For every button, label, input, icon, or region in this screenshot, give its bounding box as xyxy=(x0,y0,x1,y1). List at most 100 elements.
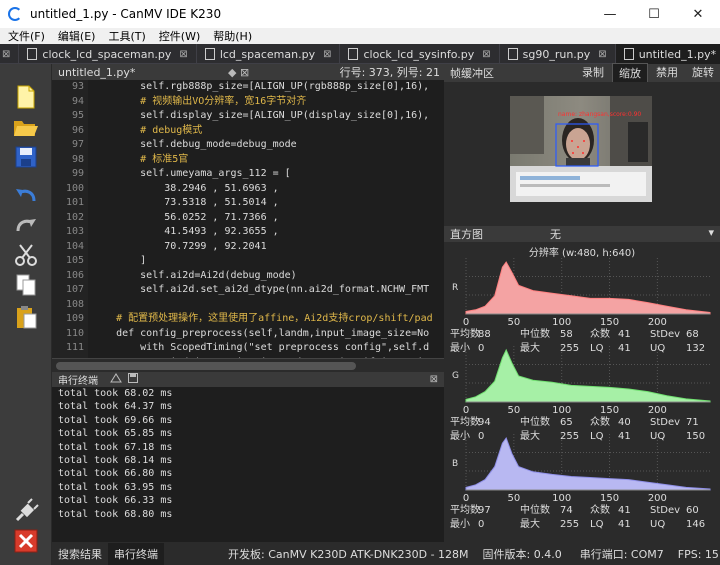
code-line[interactable]: # 配置预处理操作，这里使用了affine，Ai2d支持crop/shift/p… xyxy=(92,312,442,327)
copy-button[interactable] xyxy=(12,272,40,298)
histogram-tick-label: 0 xyxy=(463,317,469,328)
record-button[interactable]: 录制 xyxy=(576,63,610,83)
stat-label-min: 最小 xyxy=(450,519,470,530)
tab-serial-terminal[interactable]: 串行终端 xyxy=(108,543,164,565)
tab-lcd-spaceman[interactable]: lcd_spaceman.py ⊠ xyxy=(197,44,341,64)
paste-button[interactable] xyxy=(12,304,40,330)
tab-partial[interactable]: ⊠ xyxy=(0,44,20,64)
tab-close-icon[interactable]: ⊠ xyxy=(323,49,331,60)
open-file-button[interactable] xyxy=(12,114,40,140)
code-line[interactable]: self.debug_mode=debug_mode xyxy=(92,138,442,153)
histogram-tick-label: 150 xyxy=(600,405,619,416)
stat-value-lq: 41 xyxy=(618,519,631,530)
stat-value-uq: 146 xyxy=(686,519,706,530)
tab-clock-lcd-sysinfo[interactable]: clock_lcd_sysinfo.py ⊠ xyxy=(340,44,500,64)
code-line[interactable]: 41.5493 , 92.3655 , xyxy=(92,225,442,240)
code-line[interactable] xyxy=(92,298,442,313)
save-button[interactable] xyxy=(12,144,40,170)
code-line[interactable]: self.rgb888p_size=[ALIGN_UP(rgb888p_size… xyxy=(92,80,442,95)
tab-close-icon[interactable]: ⊠ xyxy=(598,49,606,60)
code-line[interactable]: def config_preprocess(self,landm,input_i… xyxy=(92,327,442,342)
code-line[interactable]: self.ai2d=Ai2d(debug_mode) xyxy=(92,269,442,284)
editor-controls[interactable]: ◆ ⊠ xyxy=(228,66,249,79)
stat-value-lq: 41 xyxy=(618,343,631,354)
code-line[interactable]: self.umeyama_args_112 = [ xyxy=(92,167,442,182)
menu-widgets[interactable]: 控件(W) xyxy=(159,28,200,44)
stat-label-uq: UQ xyxy=(650,343,666,354)
tab-untitled-1[interactable]: untitled_1.py* xyxy=(615,44,720,64)
redo-icon xyxy=(16,219,36,232)
line-number: 111 xyxy=(65,342,84,353)
tab-clock-lcd-spaceman[interactable]: clock_lcd_spaceman.py ⊠ xyxy=(19,44,197,64)
clear-terminal-icon[interactable] xyxy=(110,373,122,386)
stat-label-max: 最大 xyxy=(520,431,540,442)
stat-label-uq: UQ xyxy=(650,431,666,442)
tab-label: sg90_run.py xyxy=(522,47,591,61)
framebuffer-view[interactable]: name: zhangsan,score:0.90 xyxy=(444,82,720,224)
redo-button[interactable] xyxy=(12,212,40,238)
rotate-button[interactable]: 旋转 xyxy=(686,63,720,83)
code-line[interactable]: self.ai2d.set_ai2d_dtype(nn.ai2d_format.… xyxy=(92,283,442,298)
histogram-tick-label: 50 xyxy=(507,317,520,328)
menu-tools[interactable]: 工具(T) xyxy=(108,28,145,44)
code-line[interactable]: with ScopedTiming("set preprocess config… xyxy=(92,341,442,356)
code-line[interactable]: self.display_size=[ALIGN_UP(display_size… xyxy=(92,109,442,124)
plug-icon xyxy=(15,498,39,522)
code-line[interactable]: 56.0252 , 71.7366 , xyxy=(92,211,442,226)
code-line[interactable]: ] xyxy=(92,254,442,269)
scroll-thumb[interactable] xyxy=(56,362,356,370)
framebuffer-header: 帧缓冲区 录制 缩放 禁用 旋转 xyxy=(444,63,720,83)
save-log-icon[interactable] xyxy=(128,373,138,386)
tab-search-results[interactable]: 搜索结果 xyxy=(52,543,108,565)
chevron-down-icon: ▾ xyxy=(708,226,714,239)
code-editor[interactable]: 93 94 95 96 97 98 99 100 101 102 103 104 105 106 107 10… xyxy=(52,80,444,358)
code-line[interactable]: 70.7299 , 92.2041 xyxy=(92,240,442,255)
terminal-line: total took 68.80 ms xyxy=(58,508,173,520)
firmware-version: 固件版本: 0.4.0 xyxy=(482,548,562,561)
tab-close-icon[interactable]: ⊠ xyxy=(2,49,10,60)
fps-readout: FPS: 15.4 xyxy=(677,547,720,561)
title-bar: untitled_1.py - CanMV IDE K230 — ☐ ✕ xyxy=(0,0,720,28)
histogram-channel-letter: R xyxy=(452,283,458,293)
status-bar: 开发板: CanMV K230D ATK-DNK230D - 128M 固件版本… xyxy=(222,543,720,565)
tab-close-icon[interactable]: ⊠ xyxy=(179,49,187,60)
tab-label: lcd_spaceman.py xyxy=(219,47,316,61)
connect-button[interactable] xyxy=(12,498,40,524)
line-number: 106 xyxy=(65,269,84,281)
tab-close-icon[interactable]: ⊠ xyxy=(482,49,490,60)
terminal-close-icon[interactable]: ⊠ xyxy=(430,374,438,385)
code-line[interactable]: # debug模式 xyxy=(92,124,442,139)
code-line[interactable]: # 视频输出VO分辨率，宽16字节对齐 xyxy=(92,95,442,110)
new-file-button[interactable] xyxy=(12,84,40,110)
cut-button[interactable] xyxy=(12,242,40,268)
stats-row: 平均数 94 中位数 65 众数 40 StDev 71 xyxy=(450,416,716,430)
minimize-button[interactable]: — xyxy=(588,0,632,28)
disable-button[interactable]: 禁用 xyxy=(650,63,684,83)
code-line[interactable]: 38.2946 , 51.6963 , xyxy=(92,182,442,197)
histogram-mode-select[interactable]: 无 ▾ xyxy=(510,226,720,242)
menu-help[interactable]: 帮助(H) xyxy=(213,28,252,44)
zoom-button[interactable]: 缩放 xyxy=(612,63,648,83)
file-icon xyxy=(507,48,518,60)
undo-button[interactable] xyxy=(12,182,40,208)
stop-button[interactable] xyxy=(12,528,40,554)
tab-sg90-run[interactable]: sg90_run.py ⊠ xyxy=(500,44,616,64)
line-number: 100 xyxy=(65,182,84,194)
close-button[interactable]: ✕ xyxy=(676,0,720,28)
editor-hscrollbar[interactable] xyxy=(52,358,444,372)
line-number: 99 xyxy=(71,168,84,179)
stat-label-median: 中位数 xyxy=(520,505,550,516)
line-number: 95 xyxy=(71,110,84,121)
stats-row: 最小 0 最大 255 LQ 41 UQ 146 xyxy=(450,518,716,532)
maximize-button[interactable]: ☐ xyxy=(632,0,676,28)
stat-value-max: 255 xyxy=(560,519,580,530)
serial-terminal-output[interactable]: total took 68.02 ms total took 64.37 ms to… xyxy=(52,387,444,542)
menu-edit[interactable]: 编辑(E) xyxy=(58,28,96,44)
code-line[interactable]: # 标准5官 xyxy=(92,153,442,168)
line-number: 110 xyxy=(65,327,84,339)
code-line[interactable]: 73.5318 , 51.5014 , xyxy=(92,196,442,211)
menu-file[interactable]: 文件(F) xyxy=(8,28,45,44)
code-area[interactable]: self.rgb888p_size=[ALIGN_UP(rgb888p_size… xyxy=(92,80,442,358)
editor-filename[interactable]: untitled_1.py* xyxy=(58,66,228,79)
terminal-line: total took 63.95 ms xyxy=(58,481,173,493)
